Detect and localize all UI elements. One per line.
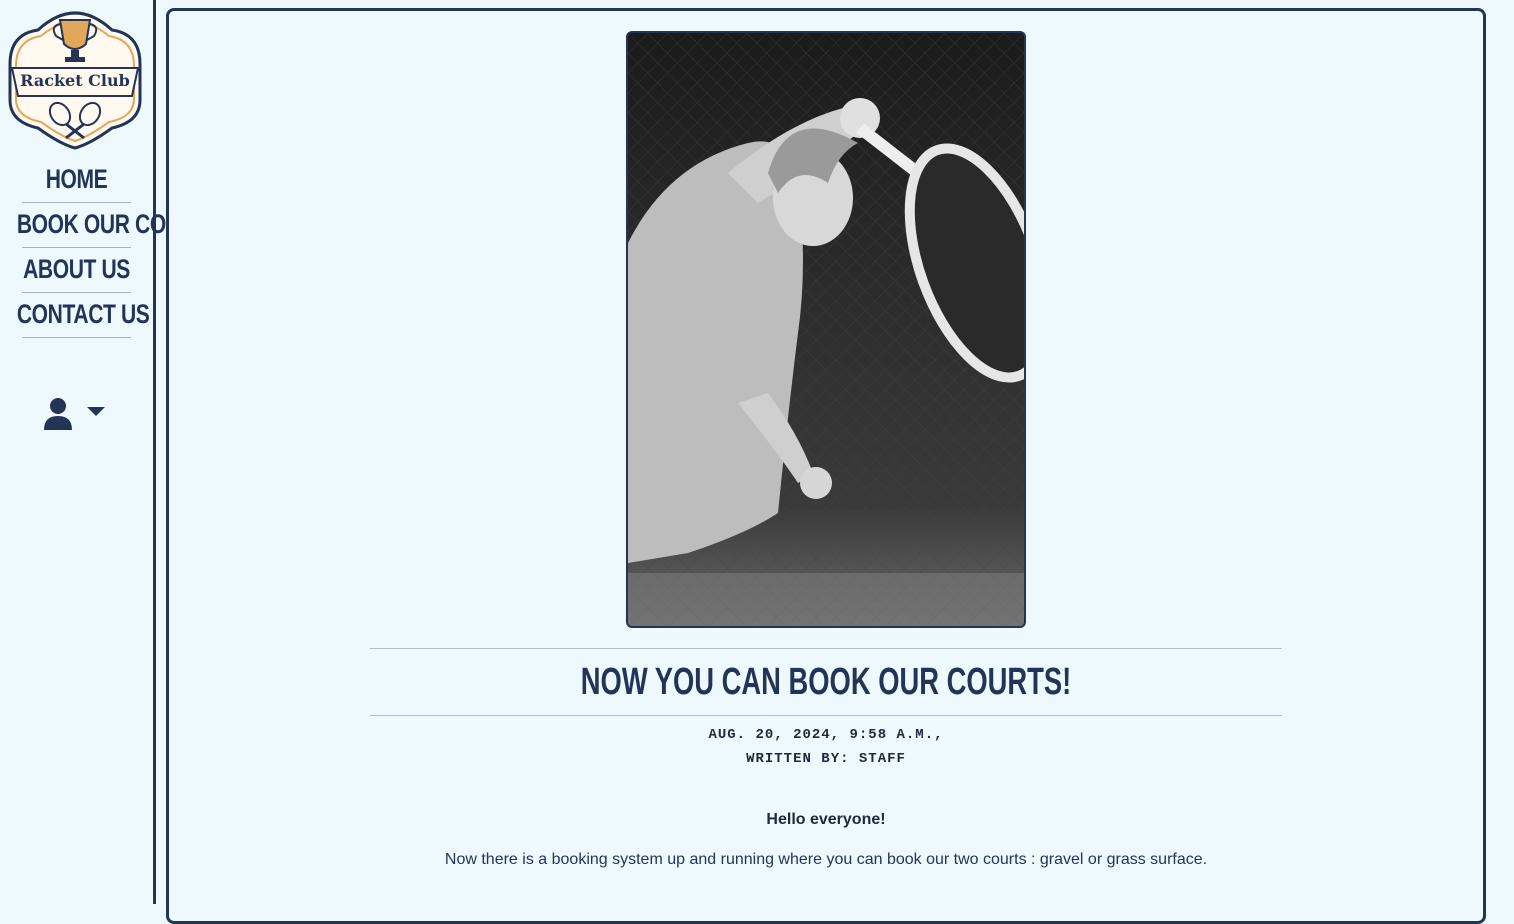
sidebar: Racket Club HOME BOOK OUR COURT ABOUT US… xyxy=(0,0,208,904)
tennis-player-photo xyxy=(626,31,1026,628)
title-divider-top xyxy=(370,648,1282,649)
user-icon xyxy=(44,398,72,430)
nav-divider xyxy=(22,337,131,338)
title-divider-bottom xyxy=(370,715,1282,716)
nav-book-our-court[interactable]: BOOK OUR COURT xyxy=(17,203,208,245)
post-greeting: Hello everyone! xyxy=(766,811,886,828)
post-title: NOW YOU CAN BOOK OUR COURTS! xyxy=(580,661,1072,703)
logo-text: Racket Club xyxy=(20,71,130,90)
racket-club-logo[interactable]: Racket Club xyxy=(8,4,142,150)
post-body: Now there is a booking system up and run… xyxy=(444,851,1208,868)
main-nav: HOME BOOK OUR COURT ABOUT US CONTACT US xyxy=(0,158,208,354)
post-date: AUG. 20, 2024, 9:58 A.M., xyxy=(708,727,944,743)
post-author: WRITTEN BY: STAFF xyxy=(746,751,906,767)
nav-contact-us[interactable]: CONTACT US xyxy=(17,293,150,335)
nav-home[interactable]: HOME xyxy=(17,158,136,200)
caret-down-icon xyxy=(87,407,105,416)
nav-about-us[interactable]: ABOUT US xyxy=(17,248,136,290)
user-menu-dropdown[interactable] xyxy=(42,396,112,432)
